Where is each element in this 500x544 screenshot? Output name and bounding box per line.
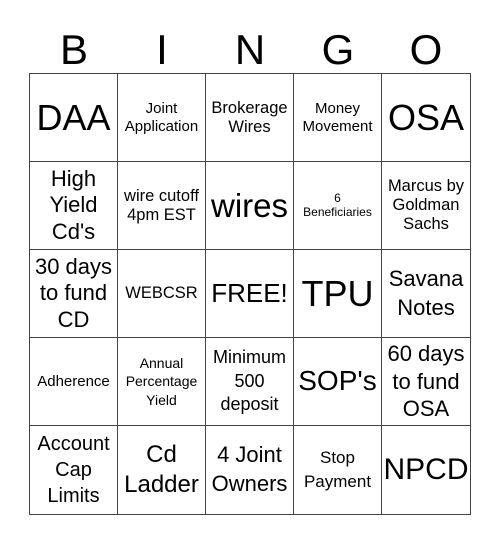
bingo-cell[interactable]: Annual Percentage Yield xyxy=(118,338,206,426)
bingo-cell[interactable]: FREE! xyxy=(206,250,294,338)
bingo-cell[interactable]: DAA xyxy=(30,74,118,162)
bingo-cell[interactable]: TPU xyxy=(294,250,382,338)
bingo-cell[interactable]: Cd Ladder xyxy=(118,426,206,514)
bingo-cell[interactable]: Stop Payment xyxy=(294,426,382,514)
header-letter-n: N xyxy=(234,26,266,73)
bingo-header: B I N G O xyxy=(30,26,470,74)
bingo-cell[interactable]: Savana Notes xyxy=(382,250,470,338)
header-letter-g: G xyxy=(321,26,355,73)
bingo-cell[interactable]: Minimum 500 deposit xyxy=(206,338,294,426)
bingo-cell[interactable]: Money Movement xyxy=(294,74,382,162)
bingo-cell[interactable]: wire cutoff 4pm EST xyxy=(118,162,206,250)
header-letter-i: I xyxy=(156,26,168,73)
bingo-cell[interactable]: SOP's xyxy=(294,338,382,426)
bingo-cell[interactable]: NPCD xyxy=(382,426,470,514)
bingo-cell[interactable]: Adherence xyxy=(30,338,118,426)
bingo-cell[interactable]: 6 Beneficiaries xyxy=(294,162,382,250)
bingo-grid: DAA Joint Application Brokerage Wires Mo… xyxy=(29,73,471,515)
bingo-cell[interactable]: High Yield Cd's xyxy=(30,162,118,250)
bingo-cell[interactable]: 30 days to fund CD xyxy=(30,250,118,338)
bingo-cell[interactable]: Joint Application xyxy=(118,74,206,162)
header-letter-b: B xyxy=(59,26,88,73)
bingo-cell[interactable]: 4 Joint Owners xyxy=(206,426,294,514)
bingo-cell[interactable]: wires xyxy=(206,162,294,250)
bingo-cell[interactable]: Account Cap Limits xyxy=(30,426,118,514)
bingo-cell[interactable]: Marcus by Goldman Sachs xyxy=(382,162,470,250)
header-letter-o: O xyxy=(409,26,443,73)
bingo-cell[interactable]: 60 days to fund OSA xyxy=(382,338,470,426)
bingo-cell[interactable]: OSA xyxy=(382,74,470,162)
bingo-cell[interactable]: WEBCSR xyxy=(118,250,206,338)
bingo-cell[interactable]: Brokerage Wires xyxy=(206,74,294,162)
